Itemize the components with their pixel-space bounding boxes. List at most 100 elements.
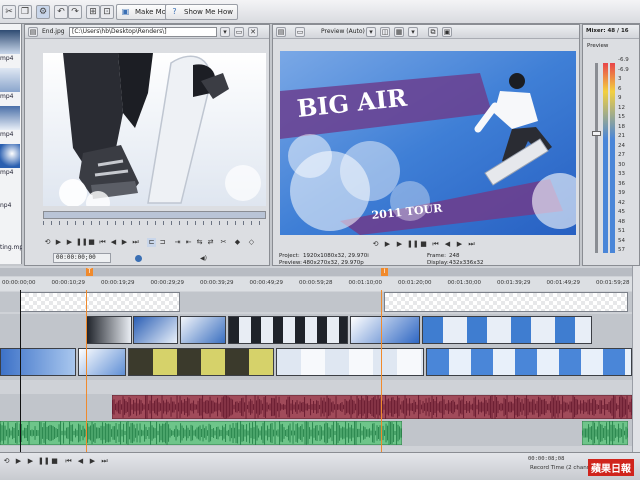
stop-icon[interactable]: ■ bbox=[419, 240, 428, 249]
mixer-preview-label: Preview bbox=[587, 43, 609, 49]
loop-end-line bbox=[381, 290, 382, 454]
video-clip[interactable] bbox=[180, 316, 226, 344]
trimmer-ruler bbox=[43, 221, 266, 225]
folder-icon[interactable]: ▭ bbox=[234, 27, 244, 37]
next-frame-icon[interactable]: ⏭ bbox=[100, 457, 109, 466]
media-item-label[interactable]: mp4 bbox=[0, 93, 22, 100]
chevron-down-icon[interactable]: ▾ bbox=[408, 27, 418, 37]
mark-out-icon[interactable]: ⊐ bbox=[158, 238, 167, 247]
forward-icon[interactable]: ▶ bbox=[120, 238, 129, 247]
video-clip[interactable] bbox=[86, 316, 132, 344]
mark-in-icon[interactable]: ⊏ bbox=[147, 238, 156, 247]
region-icon[interactable]: ◇ bbox=[247, 238, 256, 247]
video-clip[interactable] bbox=[0, 348, 76, 376]
media-thumb[interactable] bbox=[0, 68, 20, 92]
chevron-down-icon[interactable]: ▾ bbox=[220, 27, 230, 37]
play-icon[interactable]: ▶ bbox=[65, 238, 74, 247]
media-item-label[interactable]: ting.mp3 bbox=[0, 244, 22, 251]
media-thumb[interactable] bbox=[0, 30, 20, 54]
trimmer-timeline-strip[interactable] bbox=[43, 211, 266, 219]
forward-icon[interactable]: ▶ bbox=[88, 457, 97, 466]
undo-icon[interactable]: ↶ bbox=[54, 5, 68, 19]
play-icon[interactable]: ▶ bbox=[14, 457, 23, 466]
video-clip[interactable] bbox=[422, 316, 592, 344]
prev-frame-icon[interactable]: ⏮ bbox=[431, 240, 440, 249]
scissors-icon[interactable]: ✂ bbox=[2, 5, 16, 19]
insert-icon[interactable]: ⇄ bbox=[206, 238, 215, 247]
marker-bar[interactable] bbox=[0, 268, 632, 276]
show-me-how-button[interactable]: ? Show Me How bbox=[165, 4, 238, 20]
rewind-icon[interactable]: ◀ bbox=[109, 238, 118, 247]
audio-waveform-green[interactable] bbox=[582, 421, 628, 445]
audio-waveform-green[interactable] bbox=[0, 421, 402, 445]
title-clip[interactable] bbox=[20, 292, 180, 312]
marker-icon[interactable]: ◆ bbox=[233, 238, 242, 247]
title-clip[interactable] bbox=[384, 292, 628, 312]
region-marker[interactable]: I bbox=[381, 268, 388, 276]
copy-snapshot-icon[interactable]: ⧉ bbox=[428, 27, 438, 37]
save-snapshot-icon[interactable]: ▣ bbox=[442, 27, 452, 37]
media-thumb[interactable] bbox=[0, 144, 20, 168]
media-item-label[interactable]: mp4 bbox=[0, 169, 22, 176]
trimmer-menu-icon[interactable]: ▤ bbox=[28, 27, 38, 37]
gear-icon[interactable]: ⚙ bbox=[36, 5, 50, 19]
ripple-icon[interactable]: ⊡ bbox=[100, 5, 114, 19]
trimmer-timecode[interactable]: 00:00:00;00 bbox=[53, 253, 111, 263]
fader-handle[interactable] bbox=[592, 131, 601, 136]
rewind-icon[interactable]: ◀ bbox=[443, 240, 452, 249]
audio-waveform-red[interactable] bbox=[112, 395, 632, 419]
timeline-vertical-scrollbar[interactable] bbox=[632, 266, 640, 452]
trimmer-path-field[interactable]: [C:\Users\hb\Desktop\Renders\] bbox=[69, 27, 217, 37]
play-icon[interactable]: ▶ bbox=[395, 240, 404, 249]
frame-value: 248 bbox=[449, 253, 460, 259]
prev-frame-icon[interactable]: ⏮ bbox=[64, 457, 73, 466]
forward-icon[interactable]: ▶ bbox=[455, 240, 464, 249]
video-clip[interactable] bbox=[133, 316, 178, 344]
media-item-label[interactable]: mp4 bbox=[0, 131, 22, 138]
delete-icon[interactable]: ✕ bbox=[248, 27, 258, 37]
video-clip[interactable] bbox=[228, 316, 348, 344]
next-frame-icon[interactable]: ⏭ bbox=[467, 240, 476, 249]
meter-scale-label: 15 bbox=[618, 114, 625, 120]
pause-icon[interactable]: ❚❚ bbox=[38, 457, 50, 466]
copy-icon[interactable]: ❐ bbox=[18, 5, 32, 19]
next-frame-icon[interactable]: ⏭ bbox=[131, 238, 140, 247]
prev-frame-icon[interactable]: ⏮ bbox=[98, 238, 107, 247]
video-clip[interactable] bbox=[350, 316, 420, 344]
pause-icon[interactable]: ❚❚ bbox=[76, 238, 88, 247]
video-clip[interactable] bbox=[276, 348, 424, 376]
preview-menu-icon[interactable]: ▤ bbox=[276, 27, 286, 37]
play-icon[interactable]: ▶ bbox=[383, 240, 392, 249]
split-screen-icon[interactable]: ◫ bbox=[380, 27, 390, 37]
rewind-icon[interactable]: ◀ bbox=[76, 457, 85, 466]
overlay-icon[interactable]: ▦ bbox=[394, 27, 404, 37]
record-icon[interactable]: ⟲ bbox=[2, 457, 11, 466]
playhead-marker[interactable]: T bbox=[86, 268, 93, 276]
play-icon[interactable]: ▶ bbox=[54, 238, 63, 247]
meter-scale-label: 51 bbox=[618, 228, 625, 234]
meter-scale-label: 21 bbox=[618, 133, 625, 139]
stop-icon[interactable]: ■ bbox=[87, 238, 96, 247]
snap-icon[interactable]: ⊞ bbox=[86, 5, 100, 19]
media-thumb[interactable] bbox=[0, 106, 20, 130]
video-clip[interactable] bbox=[426, 348, 632, 376]
timeline-ruler[interactable]: 00:00:00;00 00:00:10;29 00:00:19;29 00:00:2… bbox=[0, 277, 632, 291]
media-item-label[interactable]: np4 bbox=[0, 202, 22, 209]
chevron-down-icon[interactable]: ▾ bbox=[366, 27, 376, 37]
pause-icon[interactable]: ❚❚ bbox=[407, 240, 419, 249]
play-icon[interactable]: ▶ bbox=[26, 457, 35, 466]
overwrite-icon[interactable]: ⇆ bbox=[195, 238, 204, 247]
add-to-timeline-icon[interactable]: ⇤ bbox=[184, 238, 193, 247]
add-to-timeline-icon[interactable]: ⇥ bbox=[173, 238, 182, 247]
video-clip[interactable] bbox=[128, 348, 274, 376]
loop-icon[interactable]: ⟲ bbox=[43, 238, 52, 247]
loop-icon[interactable]: ⟲ bbox=[371, 240, 380, 249]
cut-icon[interactable]: ✂ bbox=[219, 238, 228, 247]
preview-mode-label[interactable]: Preview (Auto) bbox=[321, 28, 365, 35]
stop-icon[interactable]: ■ bbox=[50, 457, 59, 466]
speaker-icon[interactable]: ◀) bbox=[200, 255, 208, 262]
monitor-icon[interactable]: ▭ bbox=[295, 27, 305, 37]
redo-icon[interactable]: ↷ bbox=[68, 5, 82, 19]
trimmer-position-knob[interactable] bbox=[135, 255, 142, 262]
media-item-label[interactable]: mp4 bbox=[0, 55, 22, 62]
